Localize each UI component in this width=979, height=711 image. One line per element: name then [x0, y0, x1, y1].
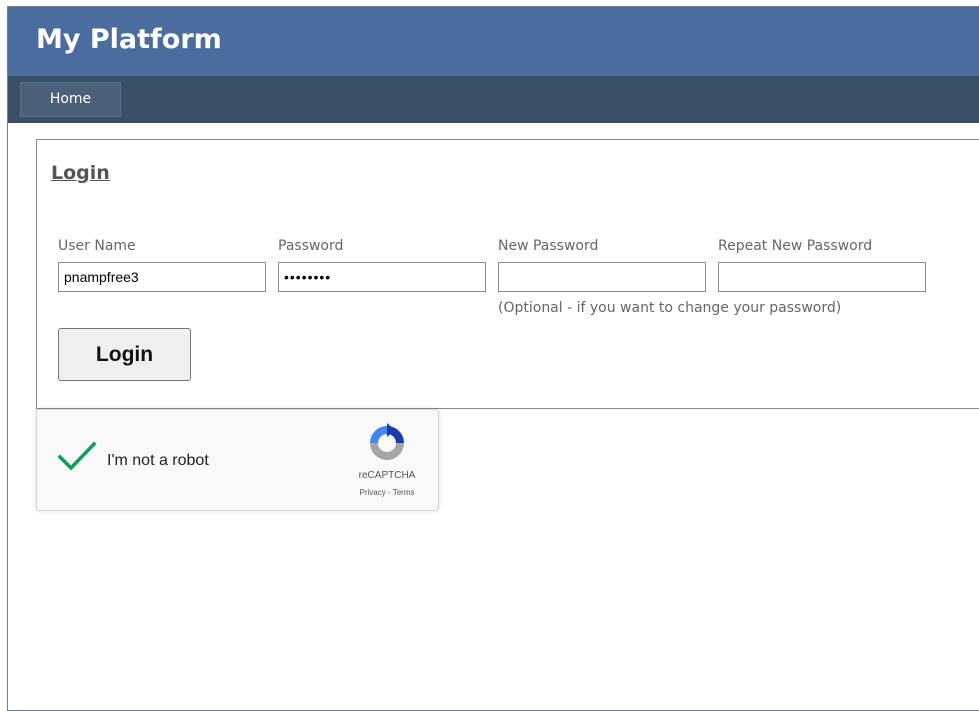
login-button[interactable]: Login [58, 328, 191, 381]
password-input[interactable] [278, 262, 486, 292]
nav-item-home[interactable]: Home [20, 82, 121, 117]
app-title: My Platform [36, 24, 222, 55]
recaptcha-label: I'm not a robot [107, 452, 209, 469]
recaptcha-brand: reCAPTCHA [358, 470, 416, 481]
password-change-hint: (Optional - if you want to change your p… [498, 300, 842, 316]
new-password-label: New Password [498, 238, 599, 254]
app-window: My Platform Home Login User Name Passwor… [7, 6, 979, 711]
nav-bar: Home [8, 76, 979, 123]
recaptcha-logo-icon [370, 423, 404, 460]
app-header: My Platform [8, 7, 979, 76]
terms-link[interactable]: Terms [393, 488, 415, 497]
privacy-link[interactable]: Privacy [360, 488, 386, 497]
repeat-new-password-input[interactable] [718, 262, 926, 292]
recaptcha-links: Privacy - Terms [337, 488, 437, 497]
login-panel: Login User Name Password New Password Re… [36, 139, 979, 409]
check-icon[interactable] [57, 440, 97, 474]
recaptcha-widget: I'm not a robot reCAPTCHA Privacy - Term… [36, 409, 439, 511]
password-label: Password [278, 238, 344, 254]
new-password-input[interactable] [498, 262, 706, 292]
username-label: User Name [58, 238, 136, 254]
username-input[interactable] [58, 262, 266, 292]
repeat-new-password-label: Repeat New Password [718, 238, 873, 254]
login-panel-title: Login [51, 162, 110, 184]
links-separator: - [385, 488, 393, 497]
